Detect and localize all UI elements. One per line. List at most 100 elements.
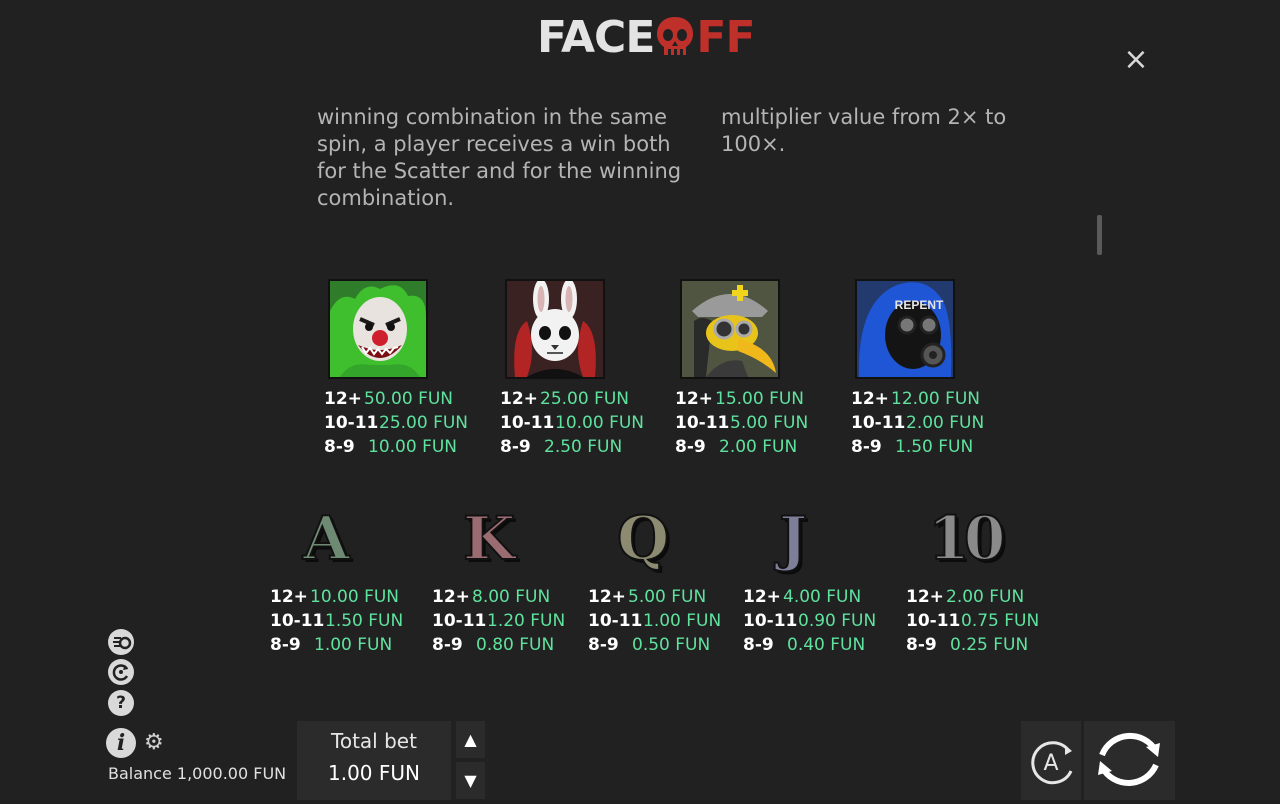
pay-value: 0.50 FUN — [632, 635, 711, 655]
pay-count: 10-11 — [743, 611, 798, 631]
rabbit-mask-symbol-icon — [505, 279, 605, 379]
autoplay-button[interactable]: A — [1021, 721, 1081, 800]
pay-value: 2.50 FUN — [544, 437, 623, 457]
rules-text-left: winning combination in the same spin, a … — [317, 105, 682, 210]
paylist-k: 12+ 8.00 FUN 10-111.20 FUN 8-9 0.80 FUN — [432, 585, 565, 657]
logo-text-face: FACE — [537, 11, 655, 63]
turbo-spin-button[interactable] — [108, 629, 134, 655]
arrow-up-icon: ▲ — [464, 730, 477, 749]
pay-count: 10-11 — [906, 611, 961, 631]
pay-count: 10-11 — [432, 611, 487, 631]
pay-value: 12.00 FUN — [891, 389, 981, 409]
pay-count: 8-9 — [588, 635, 619, 655]
paylist-10: 12+ 2.00 FUN 10-110.75 FUN 8-9 0.25 FUN — [906, 585, 1039, 657]
pay-value: 2.00 FUN — [906, 413, 985, 433]
autoplay-settings-button[interactable] — [108, 659, 134, 685]
skull-icon — [657, 17, 694, 55]
scrollbar-thumb[interactable] — [1097, 215, 1102, 255]
pay-value: 0.80 FUN — [476, 635, 555, 655]
pay-value: 8.00 FUN — [472, 587, 551, 607]
pay-count: 12+ — [851, 389, 889, 409]
pay-count: 10-11 — [675, 413, 730, 433]
pay-count: 12+ — [743, 587, 781, 607]
lightning-icon — [109, 630, 133, 654]
pay-count: 8-9 — [432, 635, 463, 655]
pay-count: 12+ — [500, 389, 538, 409]
spin-button[interactable] — [1084, 721, 1175, 800]
pay-count: 8-9 — [743, 635, 774, 655]
pay-value: 10.00 FUN — [555, 413, 645, 433]
paylist-clown: 12+ 50.00 FUN 10-1125.00 FUN 8-9 10.00 FUN — [324, 387, 468, 459]
autoplay-label: A — [1043, 751, 1058, 776]
pay-value: 15.00 FUN — [715, 389, 805, 409]
pay-count: 12+ — [906, 587, 944, 607]
logo-text-off: FF — [696, 11, 755, 63]
pay-count: 12+ — [675, 389, 713, 409]
repent-label: REPENT — [895, 298, 944, 312]
info-icon: i — [116, 730, 126, 756]
pay-value: 0.75 FUN — [961, 611, 1040, 631]
close-button[interactable]: × — [1122, 45, 1150, 75]
pay-count: 8-9 — [500, 437, 531, 457]
pay-count: 8-9 — [675, 437, 706, 457]
paylist-gas-mask: 12+ 12.00 FUN 10-112.00 FUN 8-9 1.50 FUN — [851, 387, 984, 459]
pay-count: 12+ — [432, 587, 470, 607]
pay-value: 5.00 FUN — [730, 413, 809, 433]
pay-count: 10-11 — [270, 611, 325, 631]
paylist-plague-doctor: 12+ 15.00 FUN 10-115.00 FUN 8-9 2.00 FUN — [675, 387, 808, 459]
paylist-rabbit-mask: 12+ 25.00 FUN 10-1110.00 FUN 8-9 2.50 FUN — [500, 387, 644, 459]
spin-icon — [1098, 732, 1160, 786]
question-icon: ? — [116, 693, 126, 713]
pay-value: 1.20 FUN — [487, 611, 566, 631]
pay-count: 8-9 — [851, 437, 882, 457]
gear-icon: ⚙ — [144, 730, 164, 755]
close-icon: × — [1123, 42, 1149, 77]
refresh-icon — [109, 660, 133, 684]
pay-value: 5.00 FUN — [628, 587, 707, 607]
pay-count: 10-11 — [324, 413, 379, 433]
symbol-letter-k: K — [462, 504, 516, 574]
gas-mask-symbol-icon: REPENT — [855, 279, 955, 379]
bet-decrease-button[interactable]: ▼ — [456, 762, 485, 799]
pay-value: 0.25 FUN — [950, 635, 1029, 655]
bet-increase-button[interactable]: ▲ — [456, 721, 485, 758]
balance-display: Balance 1,000.00 FUN — [108, 764, 287, 783]
paylist-a: 12+ 10.00 FUN 10-111.50 FUN 8-9 1.00 FUN — [270, 585, 403, 657]
pay-value: 25.00 FUN — [379, 413, 469, 433]
pay-count: 10-11 — [500, 413, 555, 433]
settings-button[interactable]: ⚙ — [144, 732, 166, 754]
game-logo: FACE FF — [537, 11, 756, 63]
info-button[interactable]: i — [106, 728, 136, 758]
pay-value: 1.50 FUN — [895, 437, 974, 457]
pay-value: 4.00 FUN — [783, 587, 862, 607]
pay-value: 2.00 FUN — [946, 587, 1025, 607]
total-bet-label: Total bet — [331, 729, 417, 753]
pay-count: 8-9 — [324, 437, 355, 457]
pay-count: 8-9 — [270, 635, 301, 655]
pay-value: 1.50 FUN — [325, 611, 404, 631]
pay-count: 12+ — [270, 587, 308, 607]
arrow-down-icon: ▼ — [464, 771, 477, 790]
help-button[interactable]: ? — [108, 690, 134, 716]
pay-value: 2.00 FUN — [719, 437, 798, 457]
symbol-letter-a: A — [302, 504, 351, 574]
rules-text-right: multiplier value from 2× to 100×. — [721, 105, 1007, 156]
pay-value: 10.00 FUN — [368, 437, 458, 457]
pay-value: 10.00 FUN — [310, 587, 400, 607]
clown-symbol-icon — [328, 279, 428, 379]
pay-count: 12+ — [324, 389, 362, 409]
symbol-letter-q: Q — [616, 504, 670, 574]
paylist-j: 12+ 4.00 FUN 10-110.90 FUN 8-9 0.40 FUN — [743, 585, 876, 657]
symbol-number-10: 10 — [927, 504, 1006, 574]
pay-value: 50.00 FUN — [364, 389, 454, 409]
pay-value: 1.00 FUN — [643, 611, 722, 631]
paylist-q: 12+ 5.00 FUN 10-111.00 FUN 8-9 0.50 FUN — [588, 585, 721, 657]
total-bet-value: 1.00 FUN — [328, 761, 420, 785]
autoplay-icon: A — [1031, 741, 1073, 785]
pay-count: 10-11 — [588, 611, 643, 631]
pay-value: 25.00 FUN — [540, 389, 630, 409]
plague-doctor-symbol-icon — [680, 279, 780, 379]
symbol-letter-j: J — [778, 504, 808, 574]
pay-count: 12+ — [588, 587, 626, 607]
pay-value: 0.90 FUN — [798, 611, 877, 631]
